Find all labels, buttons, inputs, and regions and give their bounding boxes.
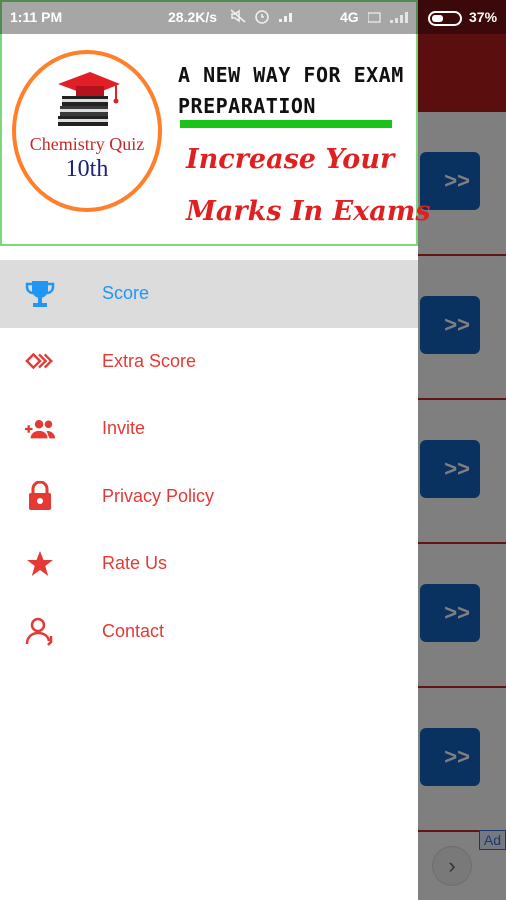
menu-item-contact[interactable]: Contact [0,598,418,666]
menu-item-rate-us[interactable]: Rate Us [0,530,418,598]
logo-title: Chemistry Quiz [29,134,145,154]
logo-grade: 10th [65,156,109,182]
drawer-header: Chemistry Quiz 10th A NEW WAY FOR EXAM P… [0,0,431,246]
trophy-icon [24,278,56,310]
menu-item-privacy-policy[interactable]: Privacy Policy [0,463,418,531]
menu-label: Privacy Policy [102,485,215,506]
tagline-line-2: PREPARATION [178,94,316,118]
star-icon [24,548,56,580]
add-people-icon [24,413,56,445]
menu-item-score[interactable]: Score [0,260,418,328]
slogan-line-1: Increase Your [186,144,395,175]
menu-label: Contact [102,620,165,641]
navigation-drawer: Chemistry Quiz 10th A NEW WAY FOR EXAM P… [0,0,431,900]
status-network-speed: 28.2K/s [168,9,218,25]
app-logo: Chemistry Quiz 10th [12,50,162,212]
lock-icon [24,480,56,512]
battery-icon [428,11,462,26]
menu-label: Score [102,283,150,304]
tagline-underline [180,120,392,128]
mute-icon [230,9,246,23]
drawer-menu: Score Extra Score Invite Privacy Policy … [0,260,418,665]
slogan-line-2: Marks In Exams [186,196,431,227]
menu-item-extra-score[interactable]: Extra Score [0,328,418,396]
menu-label: Invite [102,418,146,439]
graduation-cap-books-icon [58,72,120,126]
double-chevron-icon [24,345,56,377]
status-bar: 1:11 PM 28.2K/s 4G 37% [0,0,506,34]
menu-label: Rate Us [102,553,168,574]
status-battery-percent: 37% [469,9,498,25]
person-contact-icon [24,615,56,647]
signal-bars-icon [368,12,408,23]
tagline-line-1: A NEW WAY FOR EXAM [178,63,404,87]
menu-item-invite[interactable]: Invite [0,395,418,463]
alarm-icon [255,10,269,24]
status-icons [230,8,296,24]
tagline: A NEW WAY FOR EXAM PREPARATION [178,60,404,122]
status-time: 1:11 PM [10,9,63,25]
signal-icon [279,13,292,22]
menu-label: Extra Score [102,350,197,371]
status-network-type: 4G [340,9,359,25]
